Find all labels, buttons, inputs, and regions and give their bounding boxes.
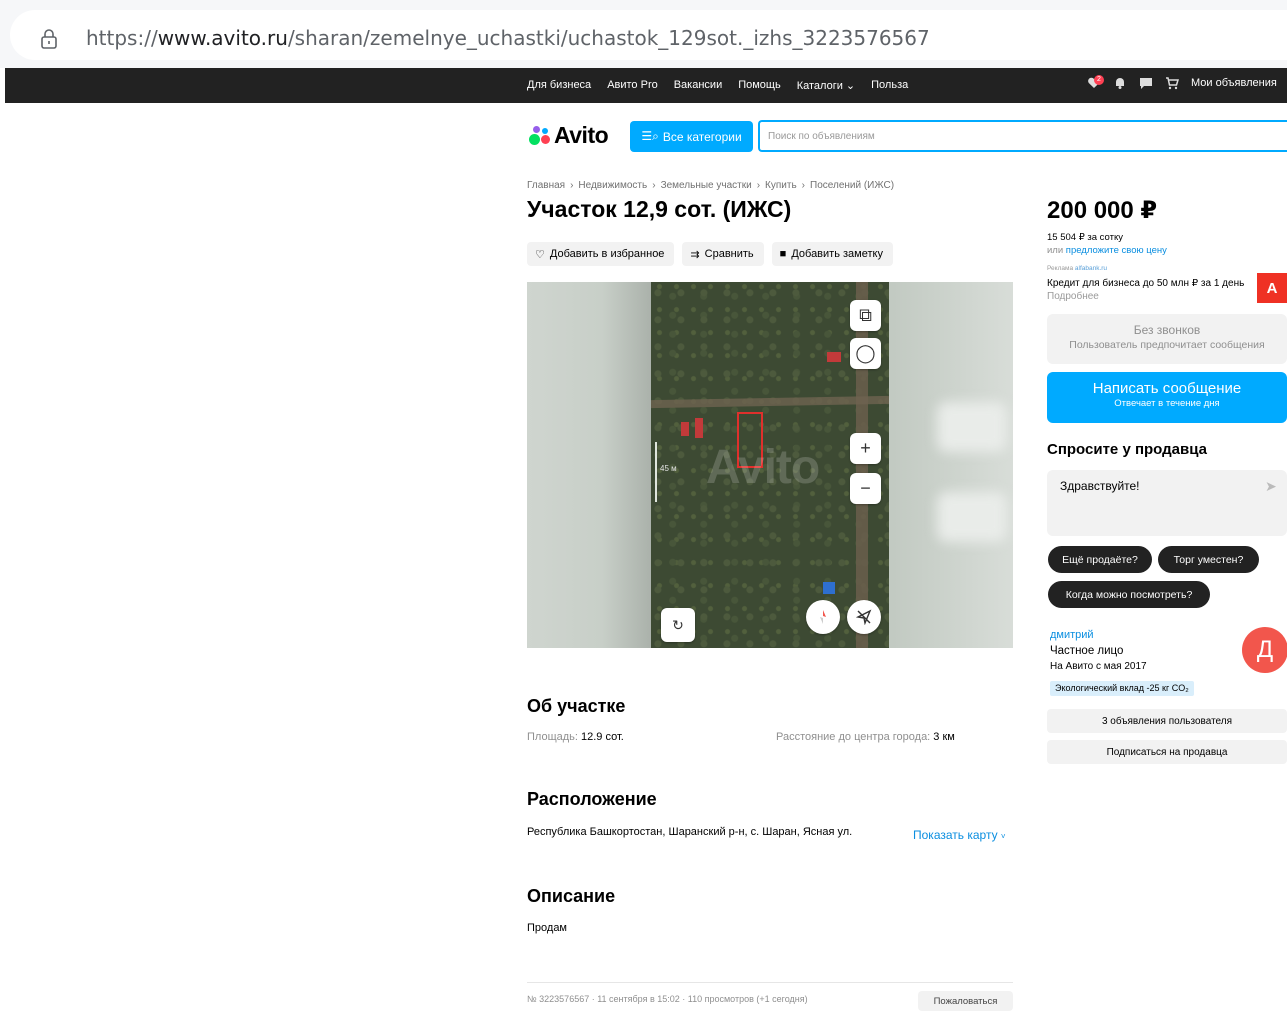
gallery-next-preview[interactable] [887,282,1013,648]
breadcrumb: Главная › Недвижимость › Земельные участки › К… [527,180,895,191]
seller-name-link[interactable]: дмитрий [1050,629,1094,641]
heart-outline-icon: ♡ [535,248,545,261]
chip-when-view[interactable]: Когда можно посмотреть? [1048,581,1210,608]
lock-icon[interactable] [40,28,58,50]
show-map-link[interactable]: Показать карту ˅ [913,828,1006,842]
url-text[interactable]: https://www.avito.ru/sharan/zemelnye_uch… [86,26,930,50]
ad-more-link[interactable]: Подробнее [1047,291,1099,302]
nav-help[interactable]: Помощь [738,79,781,92]
eco-badge: Экологический вклад -25 кг CO₂ [1050,681,1194,696]
url-host: www.avito.ru [157,26,288,50]
no-calls-notice: Без звонков Пользователь предпочитает со… [1047,314,1287,364]
logo-dots-icon [527,125,551,147]
bell-icon[interactable] [1113,76,1127,90]
note-icon: ■ [779,248,787,260]
map-mode-button[interactable]: ◯ [850,338,881,369]
favorites-badge: 2 [1094,75,1104,85]
ask-seller-heading: Спросите у продавца [1047,441,1207,458]
nav-benefit[interactable]: Польза [871,79,908,92]
satellite-map-image[interactable]: 45 м Avito [651,282,889,648]
user-ads-button[interactable]: 3 объявления пользователя [1047,709,1287,733]
compare-button[interactable]: ⇉ Сравнить [682,242,764,266]
chip-still-selling[interactable]: Ещё продаёте? [1048,546,1152,573]
layers-button[interactable]: ⧉ [850,300,881,331]
gallery-prev-preview[interactable] [527,282,652,648]
send-icon[interactable]: ➤ [1265,478,1277,495]
locate-button[interactable] [847,600,881,634]
location-heading: Расположение [527,789,657,809]
breadcrumb-izhs[interactable]: Поселений (ИЖС) [810,180,894,191]
cart-icon[interactable] [1165,76,1179,90]
search-box [758,120,1287,152]
all-categories-button[interactable]: ☰⌕ Все категории [630,121,753,152]
nav-avito-pro[interactable]: Авито Pro [607,79,658,92]
area-param: Площадь: 12.9 сот. [527,731,624,743]
divider [527,982,1013,983]
price: 200 000 ₽ [1047,197,1158,224]
search-icon: ☰⌕ [641,129,659,143]
description-heading: Описание [527,886,616,906]
breadcrumb-home[interactable]: Главная [527,180,565,191]
breadcrumb-buy[interactable]: Купить [765,180,797,191]
avito-watermark: Avito [706,441,820,494]
seller-type: Частное лицо [1050,645,1124,657]
alfabank-logo[interactable]: А [1257,273,1287,303]
listing-gallery[interactable]: 45 м Avito ⧉ ◯ + − ↻ [527,282,1013,648]
write-message-button[interactable]: Написать сообщение Отвечает в течение дн… [1047,372,1287,423]
layers-icon: ⧉ [859,305,872,325]
chevron-down-icon: ˅ [1000,832,1006,841]
seller-since: На Авито с мая 2017 [1050,661,1147,672]
circle-icon: ◯ [855,343,876,363]
ad-text[interactable]: Кредит для бизнеса до 50 млн ₽ за 1 день… [1047,277,1247,303]
ad-domain-link[interactable]: alfabank.ru [1075,265,1107,272]
add-note-button[interactable]: ■ Добавить заметку [771,242,893,266]
breadcrumb-land[interactable]: Земельные участки [661,180,752,191]
compare-icon: ⇉ [690,248,700,261]
top-navigation: Для бизнеса Авито Pro Вакансии Помощь Ка… [5,68,1287,103]
map-scale-bar [655,442,657,502]
zoom-in-button[interactable]: + [850,433,881,464]
address-text: Республика Башкортостан, Шаранский р-н, … [527,826,853,838]
listing-meta: № 3223576567 · 11 сентября в 15:02 · 110… [527,994,808,1004]
nav-vacancies[interactable]: Вакансии [674,79,723,92]
page-title: Участок 12,9 сот. (ИЖС) [527,196,792,222]
listing-actions: ♡ Добавить в избранное ⇉ Сравнить ■ Добавит… [527,242,893,266]
compass-icon [820,610,826,624]
zoom-out-button[interactable]: − [850,473,881,504]
rotate-icon: ↻ [672,616,684,633]
subscribe-seller-button[interactable]: Подписаться на продавца [1047,740,1287,764]
avito-logo[interactable]: Avito [527,122,609,149]
location-off-icon [856,609,872,625]
offer-price: или предложите свою цену [1047,245,1167,256]
ad-label: Реклама alfabank.ru [1047,265,1108,272]
price-per-unit: 15 504 ₽ за сотку [1047,232,1123,243]
distance-param: Расстояние до центра города: 3 км [776,731,955,743]
my-ads-link[interactable]: Мои объявления [1191,77,1277,89]
seller-avatar[interactable]: Д [1242,627,1287,673]
map-scale-label: 45 м [660,464,677,473]
message-input[interactable]: Здравствуйте! [1047,470,1257,536]
add-favorite-button[interactable]: ♡ Добавить в избранное [527,242,675,266]
about-heading: Об участке [527,696,626,716]
nav-catalogs[interactable]: Каталоги ⌄ [797,79,855,92]
offer-price-link[interactable]: предложите свою цену [1066,245,1167,256]
compass-button[interactable] [806,600,840,634]
complain-button[interactable]: Пожаловаться [918,991,1013,1011]
chat-icon[interactable] [1139,76,1153,90]
chat-box: Здравствуйте! [1047,470,1287,536]
breadcrumb-realty[interactable]: Недвижимость [578,180,647,191]
nav-business[interactable]: Для бизнеса [527,79,591,92]
chip-bargain[interactable]: Торг уместен? [1158,546,1259,573]
description-text: Продам [527,922,567,934]
search-input[interactable] [760,122,1287,150]
rotate-button[interactable]: ↻ [661,608,695,642]
